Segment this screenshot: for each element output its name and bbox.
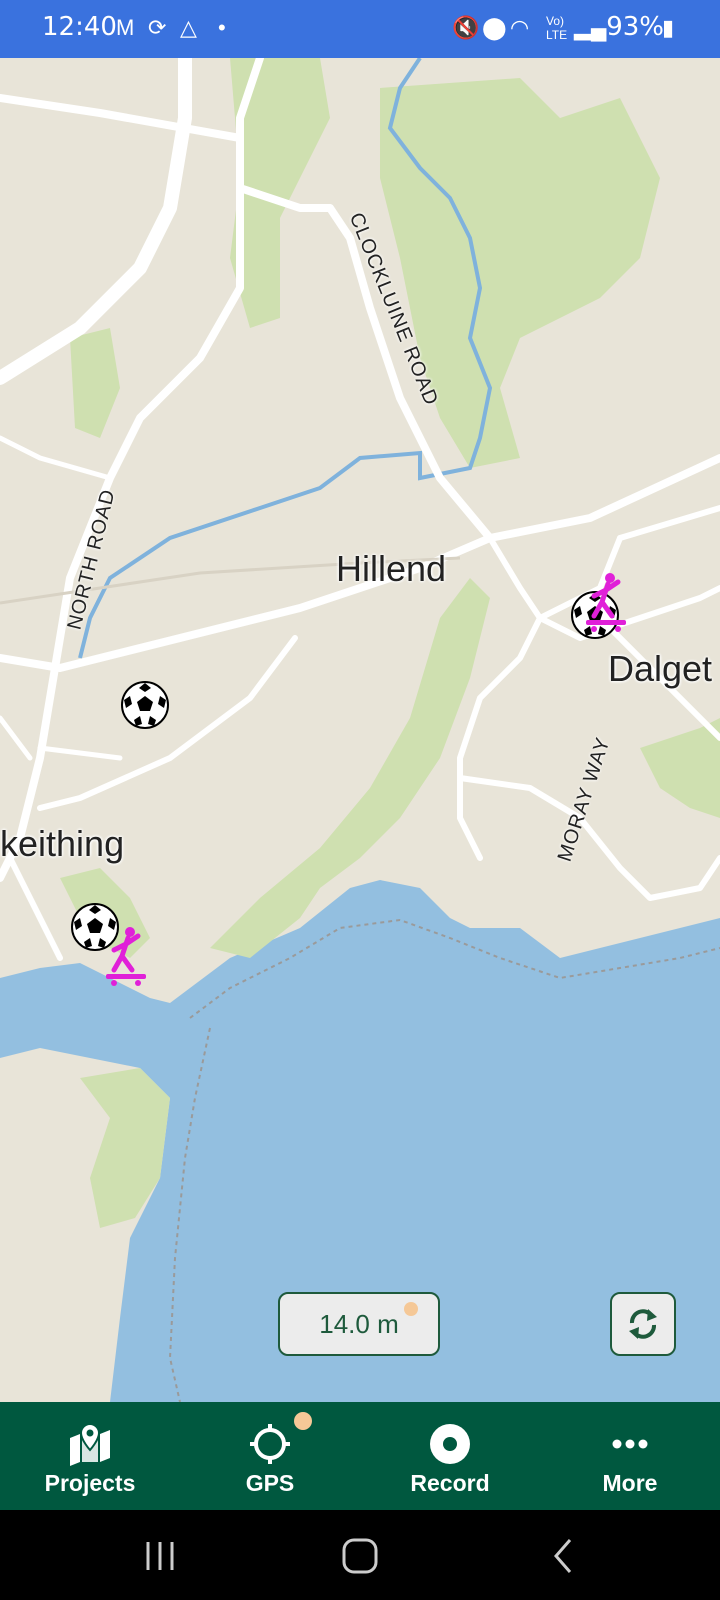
volte-icon: Vo) LTE [546, 14, 568, 42]
nav-label-gps: GPS [245, 1470, 295, 1496]
road [37, 745, 123, 761]
wifi-icon: ◠ [510, 15, 530, 40]
skateboarder-icon [586, 573, 626, 632]
place-label-hillend: Hillend [336, 548, 447, 589]
scale-value: 14.0 m [319, 1308, 399, 1339]
bottom-navigation: Projects GPS Record More [0, 1402, 720, 1510]
road [0, 435, 113, 481]
sync-icon: ⟳ [148, 15, 167, 40]
green-area [640, 718, 720, 818]
nav-label-more: More [602, 1470, 658, 1496]
skateboarder-icon [106, 927, 146, 986]
drive-icon: △ [180, 15, 197, 40]
status-bar: 12:40 M ⟳ △ • 🔇 ⬤ ◠ Vo) LTE ▂▄ 93% ▮ [0, 0, 720, 58]
accuracy-dot [404, 1302, 418, 1316]
road [0, 94, 244, 142]
nav-item-record[interactable]: Record [360, 1402, 540, 1510]
map-pin-icon [70, 1422, 110, 1466]
battery-percent: 93% [606, 12, 664, 42]
road [617, 505, 720, 541]
gmail-icon: M [116, 15, 135, 40]
home-icon[interactable] [336, 1532, 384, 1580]
green-area [380, 78, 660, 468]
nav-label-projects: Projects [44, 1470, 136, 1496]
football-icon [121, 681, 169, 729]
green-area [70, 328, 120, 438]
battery-icon: ▮ [662, 15, 675, 40]
recent-apps-icon[interactable] [136, 1532, 184, 1580]
place-label-keithing: keithing [0, 823, 125, 864]
road [0, 715, 33, 761]
scale-accuracy-button[interactable]: 14.0 m [278, 1292, 440, 1356]
more-dots-icon [612, 1439, 648, 1449]
road [7, 855, 63, 961]
nav-item-projects[interactable]: Projects [0, 1402, 180, 1510]
dot-icon: • [218, 15, 226, 40]
nav-item-more[interactable]: More [540, 1402, 720, 1510]
mute-icon: 🔇 [452, 15, 480, 40]
location-icon: ⬤ [482, 15, 507, 40]
road [537, 585, 720, 641]
record-icon [430, 1424, 470, 1464]
nav-label-record: Record [410, 1470, 490, 1496]
crosshair-icon [250, 1424, 290, 1464]
place-label-dalget: Dalget [608, 648, 713, 689]
sync-icon [629, 1309, 657, 1339]
gps-status-dot [294, 1412, 312, 1430]
signal-icon: ▂▄ [574, 15, 607, 40]
map-view[interactable]: Hillend Dalget keithing CLOCKLUINE ROAD … [0, 58, 720, 1402]
status-time: 12:40 [42, 12, 117, 42]
back-icon[interactable] [540, 1532, 588, 1580]
sync-button[interactable] [610, 1292, 676, 1356]
nav-item-gps[interactable]: GPS [180, 1402, 360, 1510]
system-navigation-bar [0, 1510, 720, 1600]
